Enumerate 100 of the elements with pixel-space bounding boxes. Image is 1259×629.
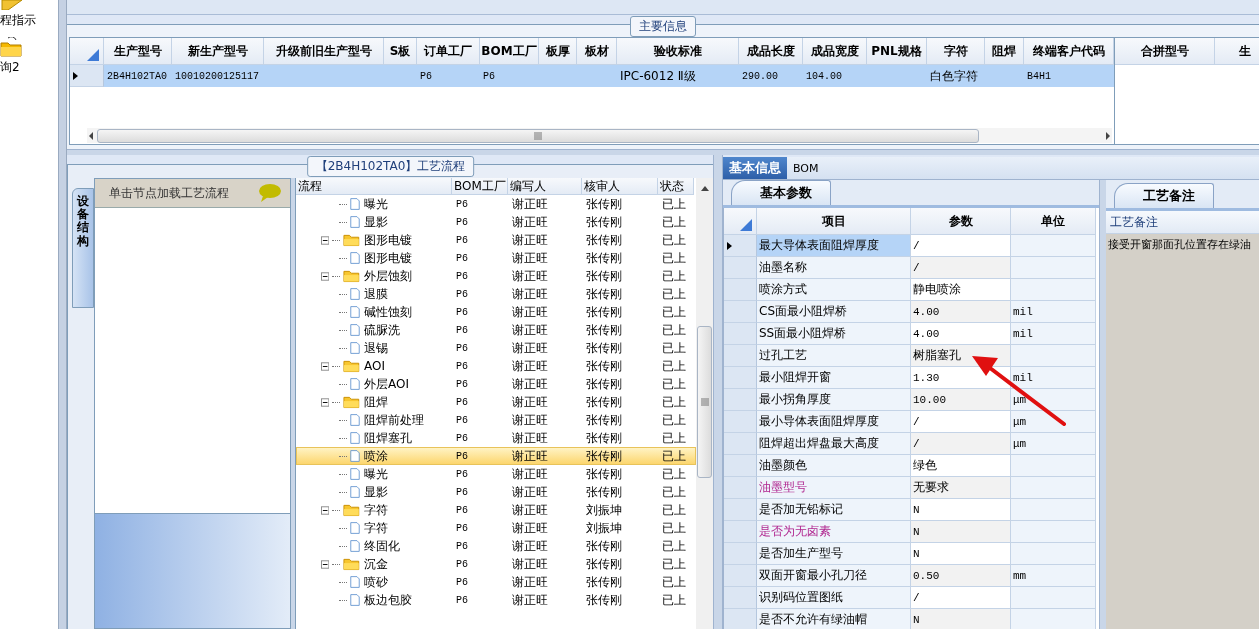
table-row[interactable]: 2B4H102TA0 10010200125117 P6 P6 IPC-6012 Ⅱ级 290.00 104.00 白色字符 B4H1 (70, 65, 1114, 87)
folder-icon[interactable] (0, 37, 22, 57)
table-cell: N (911, 499, 1011, 521)
scroll-left-icon[interactable] (87, 130, 95, 141)
table-cell-text: P6 (419, 69, 433, 84)
collapse-icon[interactable] (321, 235, 330, 245)
node-label: AOI (363, 359, 386, 373)
column-header[interactable]: S板 (384, 38, 417, 65)
splitter[interactable] (1099, 180, 1106, 629)
side-tab[interactable]: 设备结构 (72, 188, 94, 308)
column-header[interactable]: BOM工厂 (452, 178, 508, 195)
pencil-icon[interactable] (0, 0, 24, 10)
column-header[interactable]: 生产型号 (104, 38, 172, 65)
table-cell-text: P6 (455, 504, 469, 516)
tab[interactable]: 基本参数 (731, 180, 831, 205)
table-cell: / (911, 257, 1011, 279)
nav-item[interactable]: 询2 (0, 59, 20, 76)
table-cell-text: 已上 (661, 537, 687, 555)
column-header[interactable]: 编写人 (508, 178, 582, 195)
column-header[interactable]: 合拼型号 (1115, 38, 1215, 65)
table-cell: μm (1011, 411, 1096, 433)
tab[interactable]: 工艺备注 (1114, 183, 1214, 208)
column-header[interactable]: 新生产型号 (172, 38, 264, 65)
scrollbar[interactable] (696, 178, 713, 629)
column-header[interactable]: 阻焊 (985, 38, 1024, 65)
column-header[interactable]: 验收标准 (617, 38, 739, 65)
table-cell: 双面开窗最小孔刀径 (757, 565, 911, 587)
tree-row[interactable]: 喷涂 P6 谢正旺 张传刚 已上 (296, 447, 696, 465)
collapse-icon[interactable] (321, 505, 330, 515)
table-cell-text: 已上 (661, 375, 687, 393)
table-cell-text: 已上 (661, 555, 687, 573)
row-selector[interactable] (70, 65, 104, 87)
column-header[interactable]: 核审人 (582, 178, 658, 195)
tab[interactable]: 基本信息 (723, 157, 787, 179)
table-cell-text: 已上 (661, 213, 687, 231)
tab[interactable]: BOM (787, 157, 825, 179)
document-icon (350, 430, 360, 446)
table-cell-text: 已上 (661, 303, 687, 321)
node-label: 字符 (363, 519, 389, 537)
table-cell-text: 10010200125117 (174, 69, 260, 84)
column-header[interactable]: 板厚 (539, 38, 577, 65)
table-cell-text: 谢正旺 (511, 591, 549, 609)
column-header[interactable]: 成品长度 (739, 38, 803, 65)
table-cell-text: 谢正旺 (511, 501, 549, 519)
table-cell: / (911, 433, 1011, 455)
column-header[interactable]: 字符 (927, 38, 985, 65)
scroll-up-icon[interactable] (699, 184, 710, 194)
splitter[interactable] (67, 149, 1259, 155)
document-icon (350, 340, 360, 356)
column-header[interactable]: BOM工厂 (480, 38, 539, 65)
column-header[interactable]: 板材 (577, 38, 617, 65)
table-cell-text: P6 (455, 540, 469, 552)
table-cell-text: 谢正旺 (511, 375, 549, 393)
table-cell: 是否不允许有绿油帽 (757, 609, 911, 629)
notes-area[interactable]: 接受开窗那面孔位置存在绿油 (1106, 234, 1259, 629)
column-header[interactable]: 升级前旧生产型号 (264, 38, 384, 65)
document-icon (350, 196, 360, 212)
row-selector[interactable] (724, 235, 757, 257)
column-header[interactable]: 生 (1215, 38, 1259, 65)
node-label: 外层AOI (363, 375, 410, 393)
column-header[interactable]: 参数 (911, 208, 1011, 235)
document-icon (350, 250, 360, 266)
table-cell-text: 已上 (661, 465, 687, 483)
table-cell-text: P6 (455, 468, 469, 480)
collapse-icon[interactable] (321, 271, 330, 281)
table-cell: 最小导体表面阻焊厚度 (757, 411, 911, 433)
document-icon (350, 520, 360, 536)
table-cell-text: 已上 (661, 573, 687, 591)
column-header[interactable]: 单位 (1011, 208, 1096, 235)
node-label: 曝光 (363, 195, 389, 213)
table-cell-text: 刘振坤 (585, 501, 623, 519)
table-cell-text: 谢正旺 (511, 393, 549, 411)
splitter[interactable] (291, 178, 295, 629)
node-label: 碱性蚀刻 (363, 303, 413, 321)
column-header[interactable]: 终端客户代码 (1024, 38, 1114, 65)
table-cell-text: 张传刚 (585, 249, 623, 267)
column-header[interactable]: 状态 (658, 178, 694, 195)
table-cell-text: 张传刚 (585, 555, 623, 573)
collapse-icon[interactable] (321, 361, 330, 371)
table-cell-text: 张传刚 (585, 321, 623, 339)
nav-item[interactable]: 程指示 (0, 12, 36, 29)
table-cell: 过孔工艺 (757, 345, 911, 367)
table-cell-text: 张传刚 (585, 303, 623, 321)
column-header[interactable]: PNL规格 (867, 38, 927, 65)
collapse-icon[interactable] (321, 397, 330, 407)
collapse-icon[interactable] (321, 559, 330, 569)
table-cell-text: 谢正旺 (511, 411, 549, 429)
node-label: 显影 (363, 483, 389, 501)
node-label: 喷砂 (363, 573, 389, 591)
column-header[interactable]: 流程 (296, 178, 452, 195)
table-cell: μm (1011, 433, 1096, 455)
table-cell-text: 已上 (661, 357, 687, 375)
column-header[interactable]: 订单工厂 (417, 38, 480, 65)
scroll-thumb[interactable] (697, 326, 712, 478)
scroll-right-icon[interactable] (1104, 130, 1112, 141)
column-header[interactable]: 成品宽度 (803, 38, 867, 65)
table-cell-text: 张传刚 (585, 537, 623, 555)
column-header[interactable]: 项目 (757, 208, 911, 235)
table-cell-text: 张传刚 (585, 429, 623, 447)
table-cell: 识别码位置图纸 (757, 587, 911, 609)
